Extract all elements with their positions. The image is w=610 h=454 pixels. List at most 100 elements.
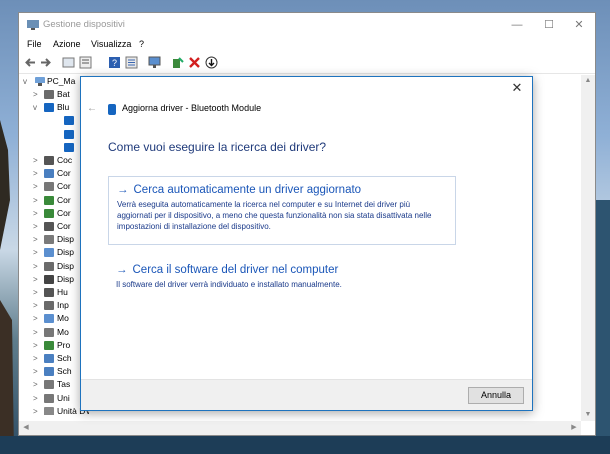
title-bar[interactable]: Gestione dispositivi — ☐ ✕ (19, 13, 595, 37)
menu-visualizza[interactable]: Visualizza (91, 39, 131, 49)
resources-icon[interactable] (125, 56, 138, 69)
view-icon[interactable] (79, 56, 92, 69)
device-category-icon (44, 314, 54, 324)
chevron-down-icon[interactable]: v (23, 75, 33, 88)
uninstall-icon[interactable] (188, 56, 201, 69)
device-category-icon (44, 248, 54, 258)
help-icon[interactable]: ? (108, 56, 121, 69)
menu-help[interactable]: ? (139, 39, 144, 49)
horizontal-scrollbar[interactable]: ◀ ▶ (19, 421, 581, 435)
chevron-right-icon[interactable]: > (33, 180, 43, 193)
menu-bar: File Azione Visualizza ? (19, 37, 595, 53)
search-automatically-option[interactable]: → Cerca automaticamente un driver aggiorn… (108, 176, 456, 245)
menu-azione[interactable]: Azione (53, 39, 81, 49)
dialog-footer: Annulla (81, 379, 532, 410)
device-category-icon (44, 169, 54, 179)
device-category-icon (44, 301, 54, 311)
chevron-right-icon[interactable]: > (33, 273, 43, 286)
monitor-icon[interactable] (148, 56, 161, 69)
chevron-right-icon[interactable]: > (33, 194, 43, 207)
svg-text:?: ? (112, 58, 117, 68)
scroll-up-icon[interactable]: ▲ (581, 75, 595, 87)
chevron-right-icon[interactable]: > (33, 405, 43, 415)
back-arrow-icon[interactable]: ← (87, 103, 97, 114)
device-category-icon (44, 327, 54, 337)
bluetooth-icon (108, 104, 116, 115)
device-category-icon (44, 235, 54, 245)
device-category-icon (44, 380, 54, 390)
chevron-right-icon[interactable]: > (33, 339, 43, 352)
scroll-down-icon[interactable]: ▼ (581, 409, 595, 421)
option2-description: Il software del driver verrà individuato… (116, 280, 342, 289)
enable-icon[interactable] (171, 56, 184, 69)
tree-item-label: Cor (57, 207, 71, 218)
chevron-right-icon[interactable]: > (33, 286, 43, 299)
chevron-right-icon[interactable]: > (33, 154, 43, 167)
chevron-right-icon[interactable]: > (33, 88, 43, 101)
device-category-icon (44, 182, 54, 192)
chevron-down-icon[interactable]: v (33, 101, 43, 114)
tree-root-label: PC_Ma (47, 76, 76, 86)
chevron-right-icon[interactable]: > (33, 326, 43, 339)
tree-item-label: Sch (57, 366, 72, 377)
chevron-right-icon[interactable]: > (33, 167, 43, 180)
tree-item-label: Blu (57, 102, 70, 113)
toolbar: ? (19, 53, 595, 74)
chevron-right-icon[interactable]: > (33, 365, 43, 378)
scroll-right-icon[interactable]: ▶ (567, 422, 581, 434)
dialog-close-button[interactable]: ✕ (508, 80, 526, 96)
bluetooth-icon (64, 129, 74, 139)
device-category-icon (44, 208, 54, 218)
maximize-button[interactable]: ☐ (535, 17, 563, 33)
device-category-icon (44, 367, 54, 377)
window-title: Gestione dispositivi (43, 19, 125, 30)
bluetooth-icon (64, 116, 74, 126)
option2-heading: → Cerca il software del driver nel comput… (116, 264, 448, 276)
tree-item-label: Disp (57, 247, 75, 258)
device-category-icon (44, 354, 54, 363)
chevron-right-icon[interactable]: > (33, 392, 43, 405)
forward-icon[interactable] (39, 56, 52, 69)
minimize-button[interactable]: — (503, 17, 531, 33)
device-category-icon (44, 340, 54, 350)
vertical-scrollbar[interactable]: ▲ ▼ (581, 75, 595, 421)
chevron-right-icon[interactable]: > (33, 312, 43, 325)
device-tree: v PC_Ma > Bat v Blu > Coc > Cor > Cor > Cor > Cor > Cor… (19, 75, 89, 415)
back-icon[interactable] (24, 56, 37, 69)
chevron-right-icon[interactable]: > (33, 220, 43, 233)
chevron-right-icon[interactable]: > (33, 260, 43, 273)
tree-item-label: Tas (57, 379, 71, 390)
chevron-right-icon[interactable]: > (33, 299, 43, 312)
tree-item-label: Mo (57, 313, 69, 324)
tree-item-label: Uni (57, 392, 70, 403)
device-manager-icon (27, 20, 39, 30)
tree-item-label: Disp (57, 234, 75, 245)
tree-item-label: Mo (57, 326, 69, 337)
chevron-right-icon[interactable]: > (33, 352, 43, 365)
tree-item-label: Bat (57, 89, 70, 99)
chevron-right-icon[interactable]: > (33, 233, 43, 246)
update-driver-icon[interactable] (205, 56, 218, 69)
tree-item-label: Disp (57, 260, 75, 271)
device-category-icon (44, 393, 54, 403)
browse-computer-option[interactable]: → Cerca il software del driver nel comput… (108, 257, 456, 297)
option1-heading: → Cerca automaticamente un driver aggiorn… (117, 184, 447, 196)
tree-item-label: Cor (57, 181, 71, 192)
option1-description: Verrà eseguita automaticamente la ricerc… (117, 200, 432, 231)
tree-item-label: Pro (57, 339, 71, 350)
scroll-left-icon[interactable]: ◀ (19, 422, 33, 434)
device-category-icon (44, 288, 54, 297)
device-category-icon (44, 261, 54, 271)
option1-title: Cerca automaticamente un driver aggiorna… (133, 184, 362, 196)
cancel-button[interactable]: Annulla (468, 387, 524, 404)
chevron-right-icon[interactable]: > (33, 207, 43, 220)
tree-item-label: Cor (57, 194, 71, 205)
close-button[interactable]: ✕ (565, 17, 593, 33)
tree-item-label: Cor (57, 168, 71, 179)
chevron-right-icon[interactable]: > (33, 378, 43, 391)
menu-file[interactable]: File (27, 39, 42, 49)
tree-item-label: Sch (57, 353, 72, 363)
chevron-right-icon[interactable]: > (33, 246, 43, 259)
properties-icon[interactable] (62, 56, 75, 69)
tree-item-label: Hu (57, 287, 68, 297)
